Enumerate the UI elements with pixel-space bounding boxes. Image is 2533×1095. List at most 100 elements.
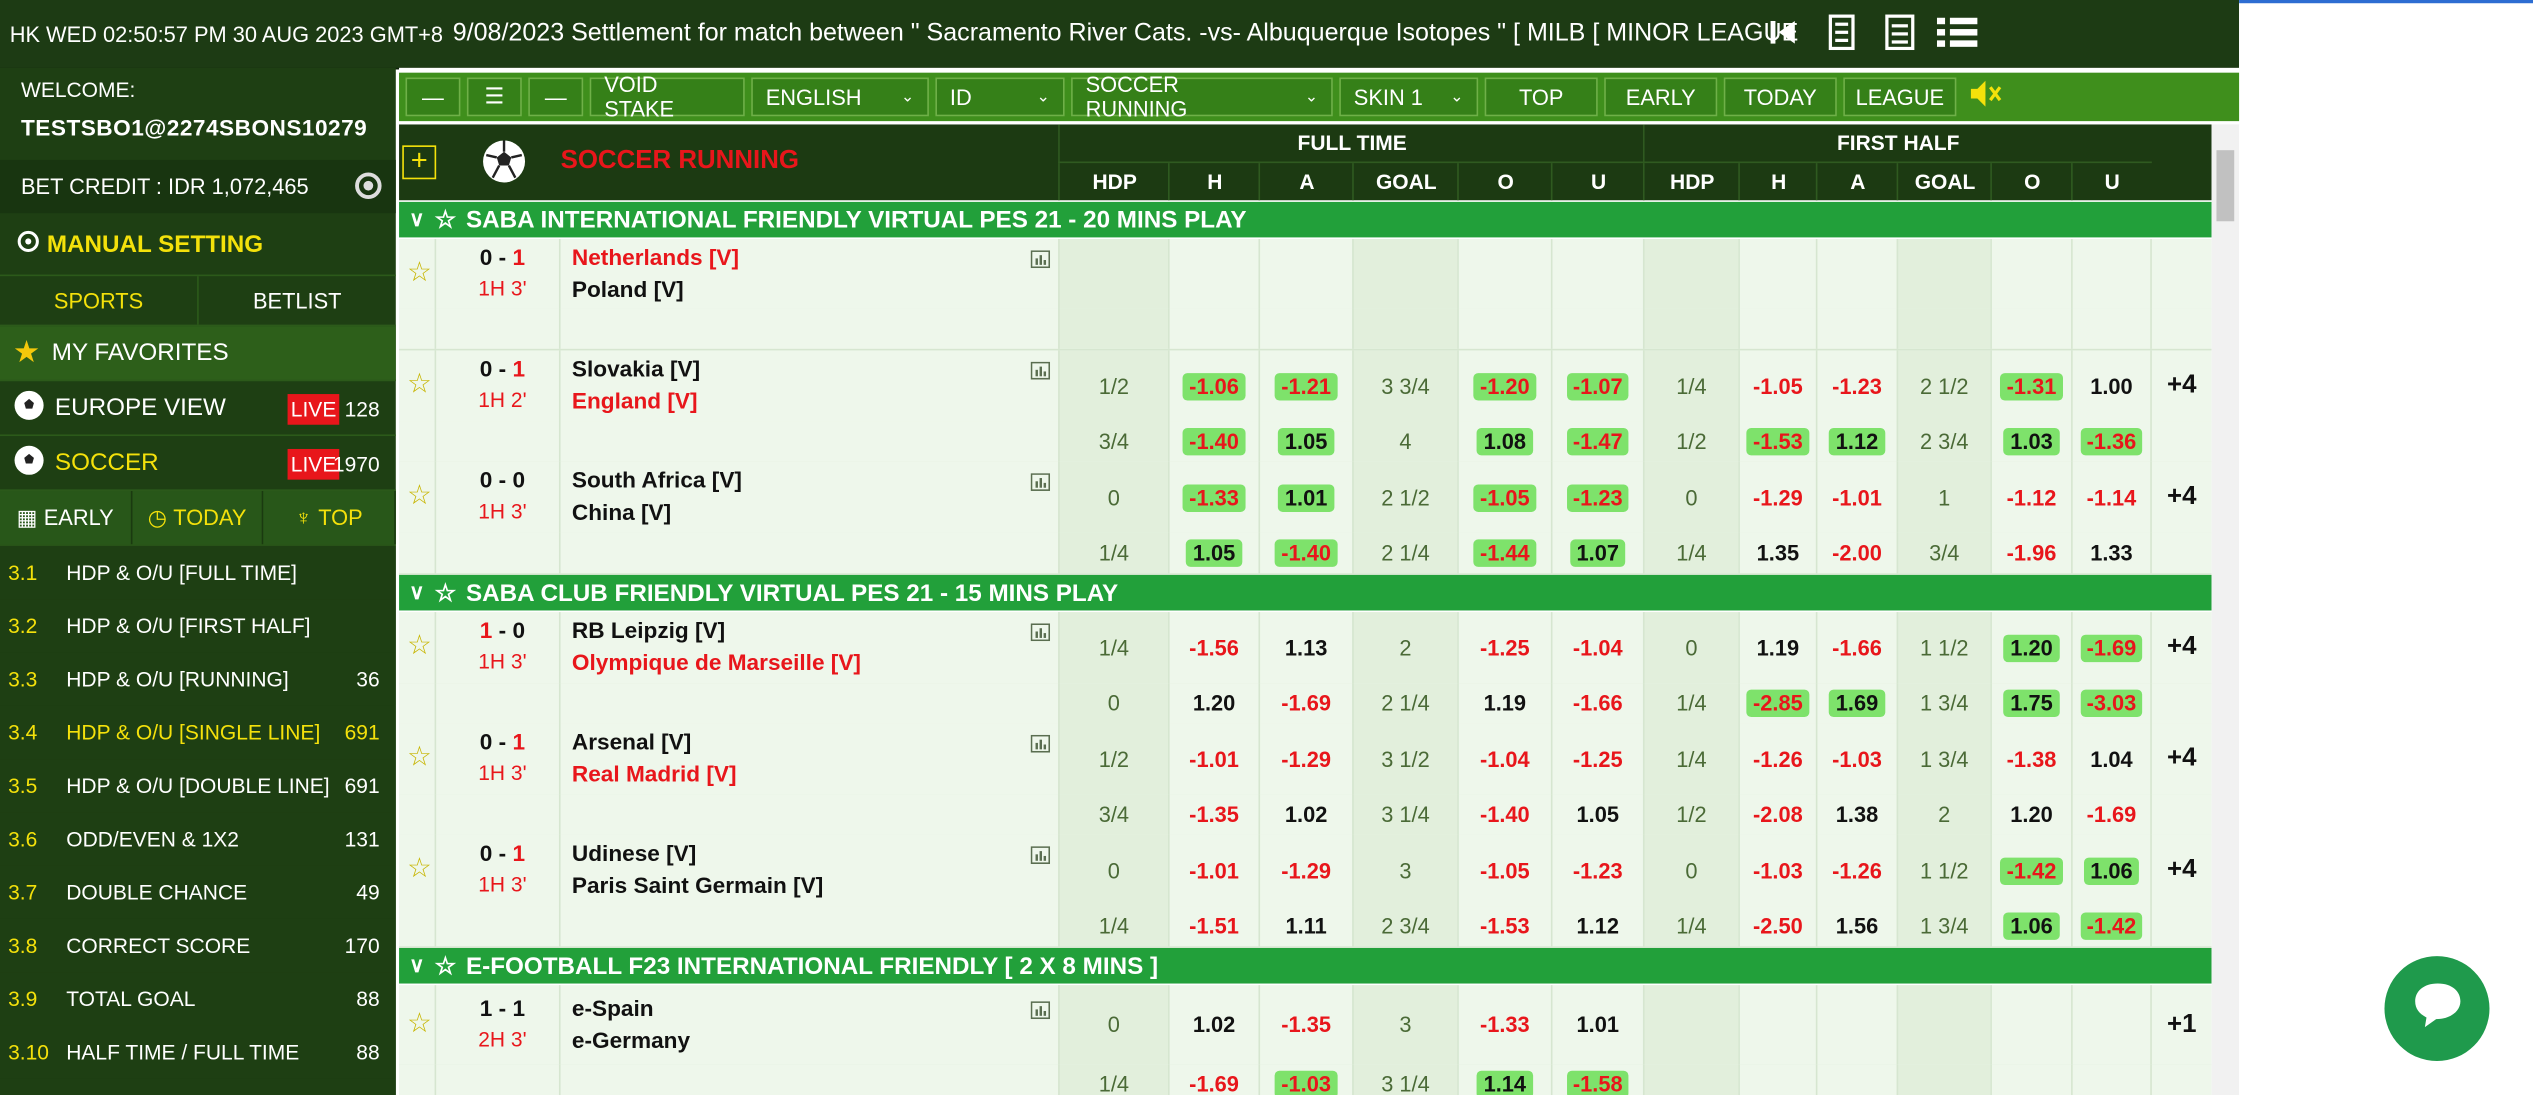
chat-button[interactable] bbox=[2384, 956, 2490, 1062]
odds-value[interactable]: -2.85 bbox=[1746, 689, 1810, 718]
menu-item[interactable]: 3.10 HALF TIME / FULL TIME 88 bbox=[0, 1025, 396, 1079]
odds-value[interactable]: -1.07 bbox=[1566, 372, 1630, 400]
odds-value[interactable]: -1.53 bbox=[1746, 427, 1810, 456]
list-view-icon[interactable] bbox=[1935, 10, 1980, 55]
stats-icon[interactable] bbox=[1030, 246, 1051, 275]
early-button[interactable]: EARLY bbox=[1604, 77, 1718, 117]
more-markets-link[interactable]: +1 bbox=[2167, 1010, 2196, 1039]
favorite-star-icon[interactable]: ☆ bbox=[407, 368, 432, 400]
odds-value[interactable]: -1.20 bbox=[1473, 372, 1537, 400]
menu-item[interactable]: 3.11FIRST GOAL / LAST GOAL88 bbox=[0, 1078, 396, 1095]
odds-value[interactable]: -1.21 bbox=[1274, 372, 1338, 400]
favorite-star-icon[interactable]: ☆ bbox=[407, 480, 432, 512]
odds-value[interactable]: -1.04 bbox=[1480, 747, 1530, 771]
odds-value[interactable]: -1.03 bbox=[1832, 747, 1882, 771]
collapse-all-button[interactable]: — bbox=[405, 77, 461, 117]
odds-value[interactable]: 1.13 bbox=[1285, 636, 1327, 660]
odds-value[interactable]: -1.06 bbox=[1182, 372, 1246, 400]
odds-value[interactable]: 1.03 bbox=[2003, 427, 2060, 456]
odds-value[interactable]: 1.33 bbox=[2090, 541, 2132, 565]
league-header[interactable]: ∨ ☆ SABA CLUB FRIENDLY VIRTUAL PES 21 - 15… bbox=[399, 574, 2212, 611]
odds-value[interactable]: -1.01 bbox=[1189, 747, 1239, 771]
odds-value[interactable]: -1.25 bbox=[1573, 747, 1623, 771]
odds-value[interactable]: -1.03 bbox=[1753, 858, 1803, 882]
league-header[interactable]: ∨ ☆ E-FOOTBALL F23 INTERNATIONAL FRIENDLY … bbox=[399, 948, 2212, 984]
odds-value[interactable]: -1.26 bbox=[1832, 858, 1882, 882]
odds-value[interactable]: 1.12 bbox=[1829, 427, 1885, 456]
double-line-view-icon[interactable] bbox=[1819, 10, 1864, 55]
odds-value[interactable]: 1.20 bbox=[2010, 803, 2052, 827]
tab-betlist[interactable]: BETLIST bbox=[199, 276, 396, 324]
odds-value[interactable]: -1.23 bbox=[1573, 858, 1623, 882]
odds-value[interactable]: -1.47 bbox=[1566, 427, 1630, 456]
odds-value[interactable]: 1.56 bbox=[1836, 914, 1878, 938]
stats-icon[interactable] bbox=[1030, 470, 1051, 499]
odds-value[interactable]: -1.26 bbox=[1753, 747, 1803, 771]
odds-value[interactable]: 1.02 bbox=[1193, 1013, 1235, 1037]
favorite-star-icon[interactable]: ☆ bbox=[407, 853, 432, 885]
odds-value[interactable]: 1.02 bbox=[1285, 803, 1327, 827]
odds-value[interactable]: 1.20 bbox=[2003, 633, 2060, 662]
favorite-star-icon[interactable]: ☆ bbox=[407, 256, 432, 288]
menu-item[interactable]: 3.4 HDP & O/U [SINGLE LINE] 691 bbox=[0, 705, 396, 760]
menu-item[interactable]: 3.1 HDP & O/U [FULL TIME] bbox=[0, 545, 396, 600]
odds-value[interactable]: 1.05 bbox=[1186, 539, 1242, 567]
favorite-star-icon[interactable]: ☆ bbox=[407, 630, 432, 662]
star-outline-icon[interactable]: ☆ bbox=[435, 205, 457, 234]
league-button[interactable]: LEAGUE bbox=[1843, 77, 1957, 117]
stats-icon[interactable] bbox=[1030, 997, 1051, 1026]
odds-value[interactable]: -2.50 bbox=[1753, 914, 1803, 938]
odds-value[interactable]: -2.00 bbox=[1832, 541, 1882, 565]
odds-value[interactable]: -1.36 bbox=[2080, 427, 2143, 456]
chevron-down-icon[interactable]: ∨ bbox=[399, 580, 435, 606]
today-button[interactable]: TODAY bbox=[1723, 77, 1837, 117]
stats-icon[interactable] bbox=[1030, 732, 1051, 761]
menu-item[interactable]: 3.8 CORRECT SCORE 170 bbox=[0, 918, 396, 973]
odds-value[interactable]: 1.04 bbox=[2090, 747, 2132, 771]
sport-select[interactable]: SOCCER RUNNING ⌄ bbox=[1071, 73, 1333, 121]
odds-value[interactable]: -1.31 bbox=[2000, 372, 2063, 400]
chevron-down-icon[interactable]: ∨ bbox=[399, 207, 435, 233]
odds-value[interactable]: -1.05 bbox=[1480, 858, 1530, 882]
more-markets-link[interactable]: +4 bbox=[2167, 856, 2196, 885]
odds-value[interactable]: 1.06 bbox=[2003, 912, 2060, 940]
odds-value[interactable]: 1.01 bbox=[1278, 483, 1334, 512]
odds-value[interactable]: 1.00 bbox=[2090, 374, 2132, 398]
menu-item[interactable]: 3.2 HDP & O/U [FIRST HALF] bbox=[0, 599, 396, 653]
scrollbar[interactable] bbox=[2211, 124, 2240, 1095]
chevron-down-icon[interactable]: ∨ bbox=[399, 953, 435, 979]
stats-icon[interactable] bbox=[1030, 359, 1051, 388]
odds-value[interactable]: -1.35 bbox=[1189, 803, 1239, 827]
odds-value[interactable]: -1.69 bbox=[1189, 1072, 1239, 1095]
odds-value[interactable]: -2.08 bbox=[1753, 803, 1803, 827]
my-favorites[interactable]: ★ MY FAVORITES bbox=[0, 326, 396, 382]
sort-button[interactable]: ☰ bbox=[466, 77, 522, 117]
minimize-button[interactable]: — bbox=[528, 77, 584, 117]
odds-value[interactable]: 1.35 bbox=[1757, 541, 1799, 565]
odds-value[interactable]: -1.96 bbox=[2007, 541, 2057, 565]
odds-value[interactable]: -1.29 bbox=[1281, 858, 1331, 882]
odds-value[interactable]: -1.51 bbox=[1189, 914, 1239, 938]
odds-value[interactable]: -1.12 bbox=[2007, 485, 2057, 509]
tab-sports[interactable]: SPORTS bbox=[0, 276, 199, 325]
menu-item[interactable]: 3.5 HDP & O/U [DOUBLE LINE] 691 bbox=[0, 759, 396, 813]
odds-value[interactable]: -1.69 bbox=[2080, 633, 2143, 662]
menu-item[interactable]: 3.7 DOUBLE CHANCE 49 bbox=[0, 865, 396, 919]
odds-value[interactable]: 1.12 bbox=[1577, 914, 1619, 938]
league-header[interactable]: ∨ ☆ SABA INTERNATIONAL FRIENDLY VIRTUAL PE… bbox=[399, 201, 2212, 238]
odds-value[interactable]: 1.38 bbox=[1836, 803, 1878, 827]
odds-value[interactable]: -1.35 bbox=[1281, 1013, 1331, 1037]
tab-early[interactable]: ▦ EARLY bbox=[0, 490, 132, 545]
odds-value[interactable]: -1.04 bbox=[1573, 636, 1623, 660]
stats-icon[interactable] bbox=[1030, 620, 1051, 649]
add-button[interactable]: + bbox=[402, 145, 437, 180]
soccer[interactable]: SOCCER LIVE 1970 bbox=[0, 436, 396, 491]
odds-value[interactable]: -1.56 bbox=[1189, 636, 1239, 660]
collapse-sidebar-icon[interactable] bbox=[1761, 10, 1806, 55]
odds-value[interactable]: -1.53 bbox=[1480, 914, 1530, 938]
more-markets-link[interactable]: +4 bbox=[2167, 745, 2196, 774]
europe-view[interactable]: EUROPE VIEW LIVE 128 bbox=[0, 381, 396, 437]
odds-value[interactable]: -1.58 bbox=[1566, 1070, 1630, 1095]
odds-value[interactable]: -1.05 bbox=[1473, 483, 1537, 512]
odds-value[interactable]: 1.11 bbox=[1286, 914, 1327, 938]
